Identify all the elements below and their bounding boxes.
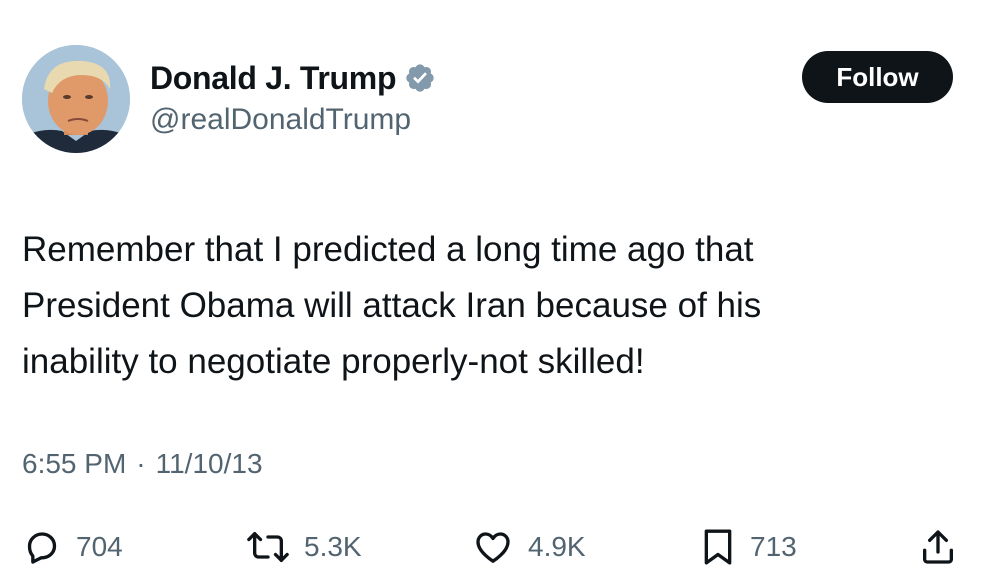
author-name-row: Donald J. Trump (150, 58, 436, 98)
like-button[interactable]: 4.9K (472, 522, 586, 572)
share-button[interactable] (918, 522, 958, 572)
reply-icon (22, 527, 62, 567)
reply-button[interactable]: 704 (22, 522, 123, 572)
retweet-count: 5.3K (304, 531, 362, 562)
bookmark-count: 713 (750, 531, 797, 562)
retweet-button[interactable]: 5.3K (246, 522, 362, 572)
tweet-time: 6:55 PM (22, 448, 127, 479)
tweet-text: Remember that I predicted a long time ag… (22, 222, 962, 390)
author-handle[interactable]: @realDonaldTrump (150, 103, 411, 137)
avatar[interactable] (22, 45, 130, 153)
tweet-text-line: Remember that I predicted a long time ag… (22, 230, 754, 269)
tweet-text-line: inability to negotiate properly-not skil… (22, 342, 645, 381)
timestamp-separator: · (136, 448, 146, 479)
bookmark-icon (700, 527, 736, 567)
tweet-actions-bar: 704 5.3K 4.9K 713 (0, 522, 991, 572)
share-icon (918, 527, 958, 567)
tweet-timestamp[interactable]: 6:55 PM · 11/10/13 (22, 448, 263, 480)
tweet-card: Donald J. Trump @realDonaldTrump Follow … (0, 0, 991, 576)
like-icon (472, 527, 514, 567)
retweet-icon (246, 527, 290, 567)
tweet-date: 11/10/13 (155, 448, 263, 479)
bookmark-button[interactable]: 713 (700, 522, 797, 572)
follow-button[interactable]: Follow (802, 51, 953, 103)
avatar-photo (22, 45, 130, 153)
like-count: 4.9K (528, 531, 586, 562)
reply-count: 704 (76, 531, 123, 562)
tweet-text-line: President Obama will attack Iran because… (22, 286, 762, 325)
verified-badge-icon (404, 62, 436, 94)
author-display-name[interactable]: Donald J. Trump (150, 60, 397, 97)
